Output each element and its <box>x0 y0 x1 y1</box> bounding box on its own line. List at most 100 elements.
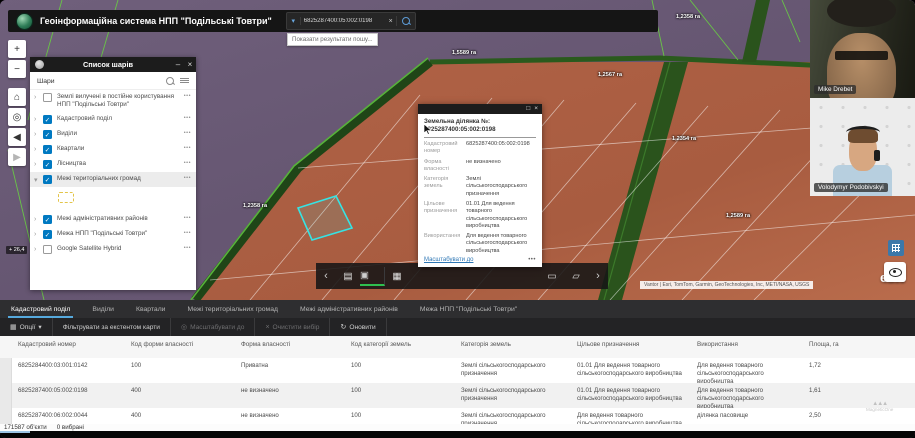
home-button[interactable]: ⌂ <box>8 88 26 106</box>
visibility-toggle-button[interactable] <box>884 262 906 282</box>
chevron-right-icon[interactable]: › <box>34 94 42 101</box>
column-header[interactable]: Площа, га <box>803 336 915 358</box>
refresh-button[interactable]: ↻ Оновити <box>330 318 386 336</box>
layer-menu-icon[interactable]: ••• <box>184 130 191 136</box>
column-header[interactable]: Категорія земель <box>455 336 571 358</box>
column-header[interactable]: Форма власності <box>235 336 345 358</box>
layer-checkbox[interactable]: ✓ <box>43 175 52 184</box>
row-selector[interactable] <box>0 383 12 408</box>
layer-menu-icon[interactable]: ••• <box>184 230 191 236</box>
zoom-to-button[interactable]: ◎ Масштабувати до <box>171 318 255 336</box>
tab-mezhi-hromad[interactable]: Межі територіальних громад <box>176 300 288 318</box>
layer-menu-icon[interactable]: ••• <box>184 175 191 181</box>
attribute-table-toggle-button[interactable] <box>888 240 904 256</box>
video-tile[interactable]: Volodymyr Podobivskyi <box>810 98 915 196</box>
layer-item[interactable]: › ✓ Лісництва ••• <box>30 157 196 172</box>
column-header[interactable]: Код форми власності <box>125 336 235 358</box>
grid-icon: ▦ <box>10 323 17 331</box>
column-header[interactable]: Код категорії земель <box>345 336 455 358</box>
clear-selection-button[interactable]: × Очистити вибір <box>255 318 330 336</box>
layer-menu-icon[interactable]: ••• <box>184 93 191 99</box>
layer-checkbox[interactable]: ✓ <box>43 130 52 139</box>
layer-menu-icon[interactable]: ••• <box>184 245 191 251</box>
tab-mezha-npp[interactable]: Межа НПП "Подільські Товтри" <box>409 300 528 318</box>
row-selector[interactable] <box>0 358 12 383</box>
table-row[interactable]: 6825284400:03:001:0142 100 Приватна 100 … <box>0 358 915 383</box>
close-icon[interactable]: × <box>184 60 196 69</box>
layer-item[interactable]: › Google Satellite Hybrid ••• <box>30 242 196 257</box>
popup-field-row: Форма власності не визначено <box>424 159 536 174</box>
video-progress-bar[interactable] <box>0 431 30 433</box>
minimize-icon[interactable]: – <box>172 60 184 69</box>
video-tile[interactable]: Mike Drebet <box>810 0 915 98</box>
layer-checkbox[interactable]: ✓ <box>43 145 52 154</box>
layer-list-widget-icon[interactable]: ▣ <box>360 267 385 286</box>
search-widget: ▾ 6825287400:05:002:0198 × <box>286 12 416 30</box>
layer-label: Землі вилучені в постійне користування Н… <box>57 93 184 109</box>
chevron-right-icon[interactable]: › <box>34 131 42 138</box>
column-header[interactable]: Кадастровий номер <box>12 336 125 358</box>
filter-by-extent-button[interactable]: Фільтрувати за екстентом карти <box>53 318 171 336</box>
layer-filter-icon[interactable] <box>180 78 189 85</box>
basemap-gallery-icon[interactable]: ▦ <box>385 268 409 285</box>
legend-widget-icon[interactable]: ▤ <box>336 268 360 285</box>
toolbar-next-icon[interactable]: › <box>588 270 608 282</box>
layer-panel-title: Список шарів <box>44 60 172 69</box>
popup-menu-icon[interactable]: ••• <box>528 257 536 263</box>
layer-item[interactable]: › ✓ Квартали ••• <box>30 142 196 157</box>
close-icon[interactable]: × <box>534 104 538 114</box>
layer-menu-icon[interactable]: ••• <box>184 215 191 221</box>
layer-item[interactable]: › ✓ Межі адміністративних районів ••• <box>30 212 196 227</box>
toolbar-prev-icon[interactable]: ‹ <box>316 270 336 282</box>
search-button[interactable] <box>397 12 415 30</box>
layer-checkbox[interactable] <box>43 245 52 254</box>
tab-kadastrovyi-podil[interactable]: Кадастровий поділ <box>0 300 81 318</box>
field-value: Для ведення товарного сільськогосподарсь… <box>466 233 536 255</box>
draw-widget-icon[interactable]: ▱ <box>564 268 588 285</box>
chevron-right-icon[interactable]: › <box>34 146 42 153</box>
column-header[interactable]: Цільове призначення <box>571 336 691 358</box>
popup-field-row: Кадастровий номер 6825287400:05:002:0198 <box>424 141 536 156</box>
layer-item[interactable]: › ✓ Межа НПП "Подільські Товтри" ••• <box>30 227 196 242</box>
map-nav-controls: + − ⌂ ◎ ◀ ▶ <box>8 40 26 166</box>
locate-button[interactable]: ◎ <box>8 108 26 126</box>
layer-checkbox[interactable]: ✓ <box>43 115 52 124</box>
search-clear-icon[interactable]: × <box>386 18 396 25</box>
zoom-out-button[interactable]: − <box>8 60 26 78</box>
layer-menu-icon[interactable]: ••• <box>184 160 191 166</box>
layer-checkbox[interactable]: ✓ <box>43 215 52 224</box>
layer-item[interactable]: › ✓ Кадастровий поділ ••• <box>30 112 196 127</box>
chevron-down-icon[interactable]: ▾ <box>34 176 42 184</box>
chevron-right-icon[interactable]: › <box>34 216 42 223</box>
glasses <box>835 51 888 60</box>
row-selector[interactable] <box>0 408 12 424</box>
layer-checkbox[interactable] <box>43 93 52 102</box>
layer-item[interactable]: › Землі вилучені в постійне користування… <box>30 90 196 112</box>
forward-extent-button[interactable]: ▶ <box>8 148 26 166</box>
tab-vydily[interactable]: Виділи <box>81 300 125 318</box>
tab-kvartaly[interactable]: Квартали <box>125 300 176 318</box>
options-button[interactable]: ▦ Опції ▾ <box>0 318 53 336</box>
layer-item-expanded[interactable]: ▾ ✓ Межі територіальних громад ••• <box>30 172 196 187</box>
layer-item[interactable]: › ✓ Виділи ••• <box>30 127 196 142</box>
table-row[interactable]: 6825287400:05:002:0198 400 не визначено … <box>0 383 915 408</box>
table-row[interactable]: 6825287400:06:002:0044 400 не визначено … <box>0 408 915 424</box>
search-input[interactable]: 6825287400:05:002:0198 <box>301 18 386 24</box>
layer-menu-icon[interactable]: ••• <box>184 145 191 151</box>
chevron-right-icon[interactable]: › <box>34 161 42 168</box>
layer-menu-icon[interactable]: ••• <box>184 115 191 121</box>
chevron-right-icon[interactable]: › <box>34 231 42 238</box>
back-extent-button[interactable]: ◀ <box>8 128 26 146</box>
layer-search-icon[interactable] <box>166 77 174 85</box>
chevron-right-icon[interactable]: › <box>34 116 42 123</box>
layer-checkbox[interactable]: ✓ <box>43 230 52 239</box>
chevron-right-icon[interactable]: › <box>34 246 42 253</box>
print-widget-icon[interactable]: ▭ <box>540 268 564 285</box>
search-source-caret-icon[interactable]: ▾ <box>287 17 301 25</box>
zoom-in-button[interactable]: + <box>8 40 26 58</box>
column-header[interactable]: Використання <box>691 336 803 358</box>
tab-mezhi-raioniv[interactable]: Межі адміністративних районів <box>289 300 409 318</box>
maximize-icon[interactable]: □ <box>526 104 530 114</box>
layer-checkbox[interactable]: ✓ <box>43 160 52 169</box>
zoom-to-link[interactable]: Масштабувати до <box>424 257 473 263</box>
